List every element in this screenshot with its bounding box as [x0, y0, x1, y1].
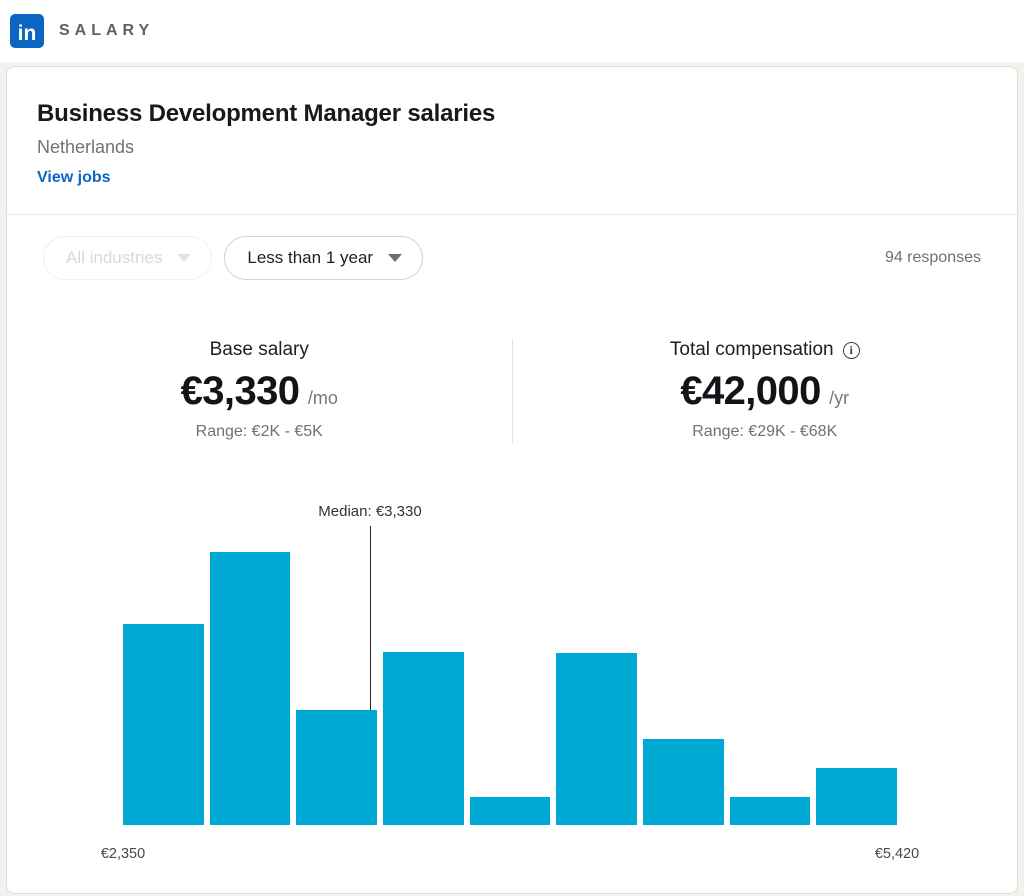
- histogram-bar[interactable]: [816, 768, 897, 825]
- histogram-bar[interactable]: [730, 797, 811, 825]
- total-compensation-range: Range: €29K - €68K: [513, 423, 1018, 441]
- total-compensation-heading: Total compensation i: [670, 339, 860, 361]
- x-axis-min-label: €2,350: [101, 846, 145, 862]
- histogram-bars: [123, 552, 897, 825]
- salary-histogram: Median: €3,330 €2,350 €5,420: [7, 503, 1017, 883]
- total-compensation-heading-text: Total compensation: [670, 339, 834, 361]
- linkedin-logo-icon[interactable]: in: [10, 14, 44, 48]
- chevron-down-icon: [388, 254, 402, 262]
- industry-filter-label: All industries: [66, 248, 162, 268]
- experience-filter-label: Less than 1 year: [247, 248, 373, 268]
- histogram-bar[interactable]: [296, 710, 377, 825]
- responses-count: 94 responses: [885, 249, 981, 267]
- experience-filter-dropdown[interactable]: Less than 1 year: [224, 236, 423, 280]
- app-name: SALARY: [59, 22, 154, 40]
- salary-summary: Base salary €3,330 /mo Range: €2K - €5K …: [7, 339, 1017, 443]
- histogram-bar[interactable]: [556, 653, 637, 825]
- histogram-bar[interactable]: [123, 624, 204, 825]
- page-background: Business Development Manager salaries Ne…: [0, 62, 1024, 894]
- base-salary-amount: €3,330: [181, 369, 300, 413]
- total-compensation-amount: €42,000: [680, 369, 820, 413]
- base-salary-range: Range: €2K - €5K: [7, 423, 512, 441]
- industry-filter-dropdown[interactable]: All industries: [43, 236, 212, 280]
- info-icon[interactable]: i: [843, 342, 860, 359]
- median-label: Median: €3,330: [318, 503, 421, 520]
- base-salary-block: Base salary €3,330 /mo Range: €2K - €5K: [7, 339, 512, 443]
- page-title: Business Development Manager salaries: [37, 100, 987, 128]
- filter-row: All industries Less than 1 year 94 respo…: [7, 214, 1017, 301]
- histogram-bar[interactable]: [470, 797, 551, 825]
- top-brand-bar: in SALARY: [0, 0, 1024, 62]
- total-compensation-amount-line: €42,000 /yr: [513, 369, 1018, 414]
- x-axis-max-label: €5,420: [875, 846, 919, 862]
- salary-card: Business Development Manager salaries Ne…: [6, 66, 1018, 894]
- total-compensation-block: Total compensation i €42,000 /yr Range: …: [513, 339, 1018, 443]
- base-salary-heading: Base salary: [210, 339, 309, 361]
- view-jobs-link[interactable]: View jobs: [37, 169, 111, 187]
- histogram-bar[interactable]: [643, 739, 724, 825]
- histogram-bar[interactable]: [383, 652, 464, 825]
- base-salary-amount-line: €3,330 /mo: [7, 369, 512, 414]
- location-label: Netherlands: [37, 137, 987, 158]
- base-salary-period: /mo: [308, 388, 338, 408]
- card-header: Business Development Manager salaries Ne…: [7, 67, 1017, 187]
- histogram-bar[interactable]: [210, 552, 291, 825]
- chevron-down-icon: [177, 254, 191, 262]
- total-compensation-period: /yr: [829, 388, 849, 408]
